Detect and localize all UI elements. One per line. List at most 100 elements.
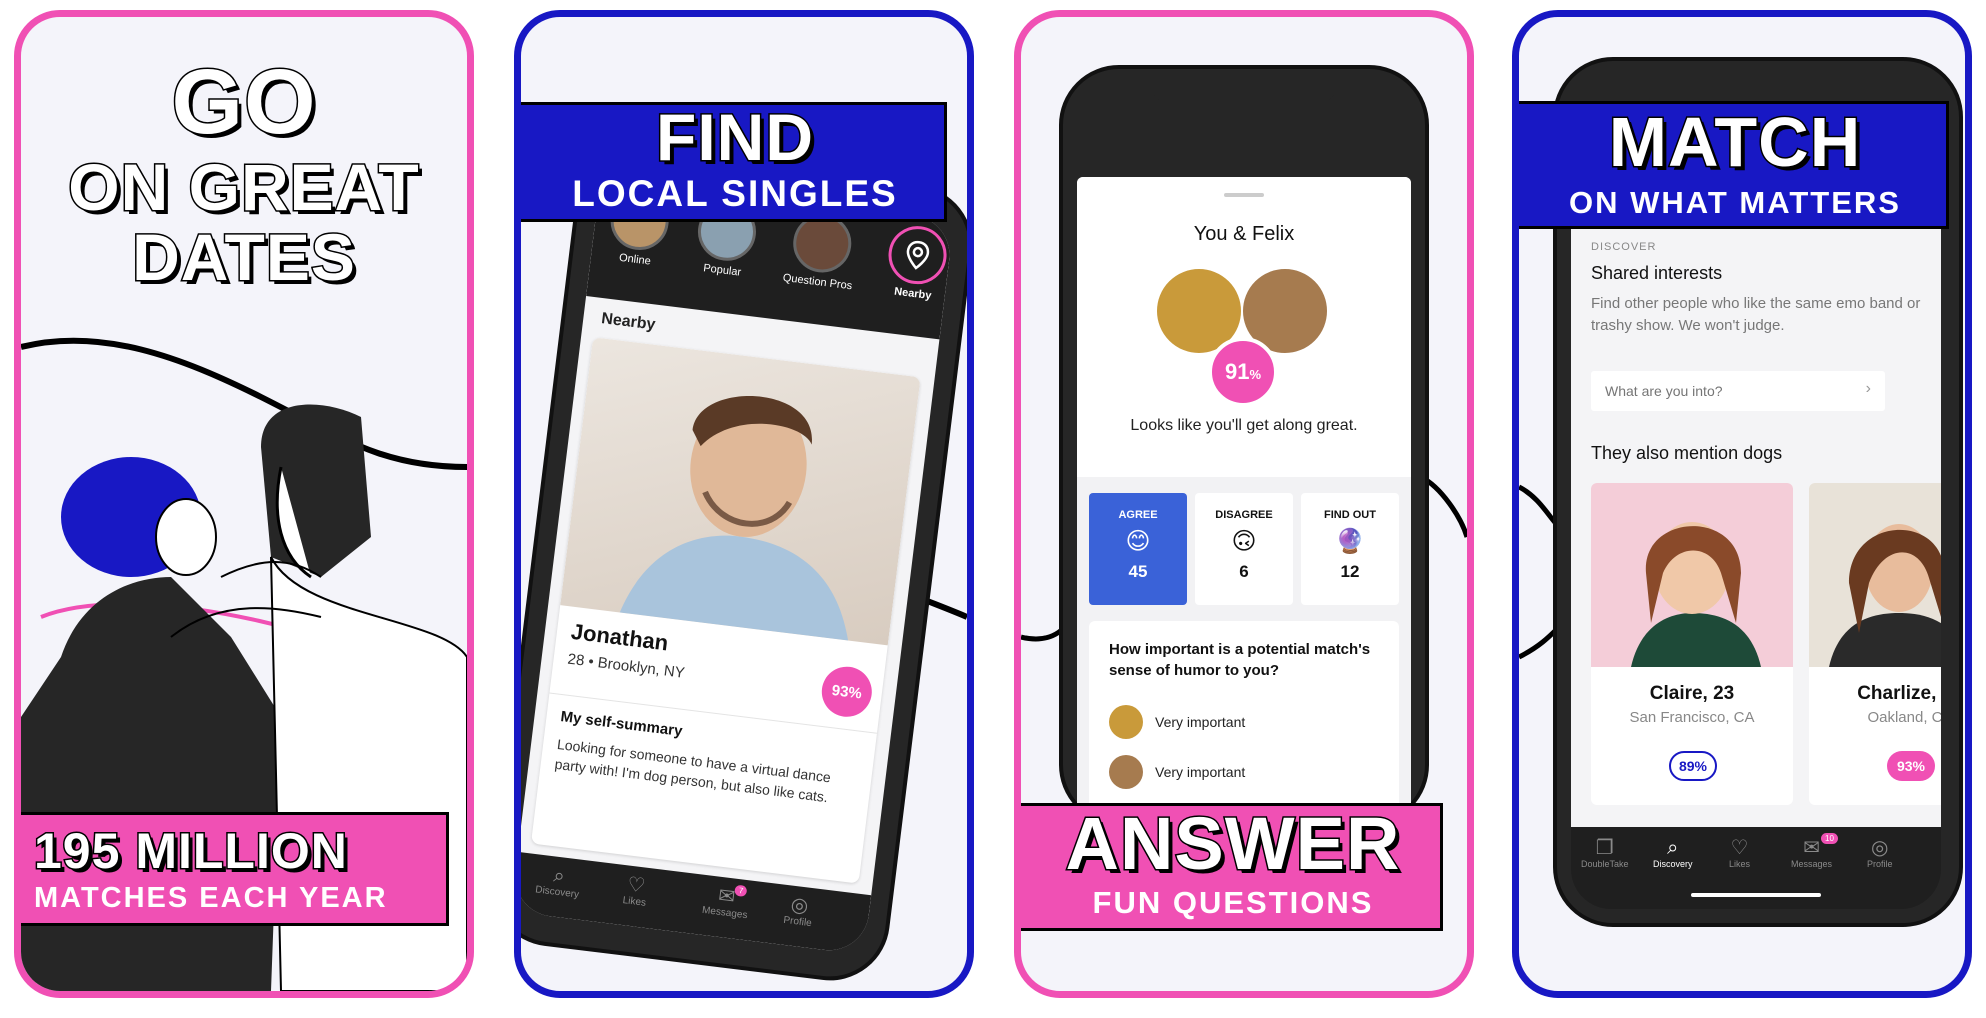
stat-value: 6 xyxy=(1239,562,1249,581)
tab-label: Profile xyxy=(782,914,813,930)
question-card[interactable]: How important is a potential match's sen… xyxy=(1089,621,1399,817)
tab-likes[interactable]: ♡ Likes xyxy=(622,873,649,909)
tab-label: Profile xyxy=(1867,859,1893,869)
filter-label: Question Pros xyxy=(782,271,853,293)
felix-avatar xyxy=(1109,755,1143,789)
headline-banner: ANSWER FUN QUESTIONS xyxy=(1021,801,1443,931)
question-text: How important is a potential match's sen… xyxy=(1109,641,1371,679)
profile-meta: 28 • Brooklyn, NY xyxy=(566,650,686,682)
promo-panel-go-on-great-dates: GO ON GREAT DATES 195 MILLION MATCHES EA… xyxy=(14,10,474,998)
stat-label: DISAGREE xyxy=(1215,509,1273,521)
stat-label: FIND OUT xyxy=(1324,509,1376,521)
headline-small: ON WHAT MATTERS xyxy=(1569,185,1901,220)
phone-notch xyxy=(1151,69,1337,103)
card-name: Charlize, 27 xyxy=(1857,683,1941,704)
doubletake-icon: ❐ xyxy=(1595,837,1614,859)
tab-profile[interactable]: ◎ Profile xyxy=(1867,837,1893,869)
headline-line2: ON GREAT xyxy=(67,150,420,224)
section-title: Nearby xyxy=(600,310,657,334)
section-description: Find other people who like the same emo … xyxy=(1591,295,1921,334)
stat-value: 45 xyxy=(1128,562,1148,581)
profile-photo xyxy=(1591,483,1793,667)
summary-title: My self-summary xyxy=(559,708,684,740)
bottom-tab-bar: ❐ DoubleTake ⌕ Discovery ♡ Likes ✉ Messa… xyxy=(1571,827,1941,909)
stat-big: 195 MILLION xyxy=(33,822,349,881)
tab-discovery[interactable]: ⌕ Discovery xyxy=(1653,837,1693,869)
home-indicator xyxy=(1691,893,1821,897)
profile-name: Jonathan xyxy=(569,618,670,656)
discovery-icon: ⌕ xyxy=(1667,837,1679,859)
messages-icon: ✉ xyxy=(717,884,737,909)
stat-value: 12 xyxy=(1340,562,1360,581)
headline-banner: FIND LOCAL SINGLES xyxy=(521,99,947,222)
messages-icon: ✉ xyxy=(1803,837,1820,859)
promo-panel-match-on-what-matters: DISCOVER Shared interests Find other peo… xyxy=(1512,10,1972,998)
answer-text: Very important xyxy=(1155,764,1246,780)
filter-label: Popular xyxy=(702,262,742,279)
stat-find-out[interactable]: FIND OUT 🔮 12 xyxy=(1301,493,1399,605)
messages-badge: 10 xyxy=(1821,833,1838,844)
phone-screen: You & Felix 91% Looks like you'll get al… xyxy=(1077,177,1411,817)
headline-small: LOCAL SINGLES xyxy=(572,173,898,214)
profile-icon: ◎ xyxy=(1871,837,1889,859)
match-percent-badge: 89% xyxy=(1669,751,1717,781)
location-pin-icon xyxy=(885,222,950,288)
headline-big: FIND xyxy=(655,99,815,176)
profile-card[interactable]: Charlize, 27 Oakland, CA 93% xyxy=(1809,483,1941,805)
section-label: DISCOVER xyxy=(1591,241,1657,253)
section-title: Shared interests xyxy=(1591,263,1723,283)
stat-small: MATCHES EACH YEAR xyxy=(34,882,388,914)
match-header: You & Felix 91% Looks like you'll get al… xyxy=(1077,177,1411,477)
tab-profile[interactable]: ◎ Profile xyxy=(782,893,815,930)
headline-big: ANSWER xyxy=(1064,801,1401,887)
interests-search-input[interactable] xyxy=(1605,380,1845,402)
filter-label: Online xyxy=(618,251,652,268)
profile-card[interactable]: Jonathan 28 • Brooklyn, NY 93% My self-s… xyxy=(530,337,921,884)
tab-label: Messages xyxy=(701,904,749,922)
summary-text: Looking for someone to have a virtual da… xyxy=(553,735,832,806)
tab-label: Likes xyxy=(622,895,647,909)
profile-icon: ◎ xyxy=(789,893,810,918)
match-subtitle: Looks like you'll get along great. xyxy=(1130,417,1358,434)
stat-agree[interactable]: AGREE 😊 45 xyxy=(1089,493,1187,605)
match-value: 91 xyxy=(1224,359,1250,384)
card-name: Claire, 23 xyxy=(1649,683,1735,704)
match-unit: % xyxy=(1249,366,1262,382)
promo-panel-find-local-singles: Online Popular Question Pros Nearby Near… xyxy=(514,10,974,998)
tab-likes[interactable]: ♡ Likes xyxy=(1729,837,1750,869)
stat-disagree[interactable]: DISAGREE 🙃 6 xyxy=(1195,493,1293,605)
tab-discovery[interactable]: ⌕ Discovery xyxy=(535,862,583,900)
smile-emoji-icon: 😊 xyxy=(1125,528,1151,555)
upside-down-emoji-icon: 🙃 xyxy=(1231,528,1257,555)
stat-label: AGREE xyxy=(1118,509,1158,521)
user-avatar xyxy=(1109,705,1143,739)
profile-card[interactable]: Claire, 23 San Francisco, CA 89% xyxy=(1591,483,1793,805)
drag-handle xyxy=(1224,193,1264,197)
headline-line1: GO xyxy=(170,51,317,153)
filter-nearby[interactable]: Nearby xyxy=(880,222,953,303)
card-location: Oakland, CA xyxy=(1867,709,1941,726)
tab-label: DoubleTake xyxy=(1581,859,1629,869)
heart-icon: ♡ xyxy=(626,873,647,898)
answer-stats: AGREE 😊 45 DISAGREE 🙃 6 FIND OUT 🔮 12 xyxy=(1089,493,1399,605)
phone-screen: DISCOVER Shared interests Find other peo… xyxy=(1571,177,1941,827)
stat-banner: 195 MILLION MATCHES EACH YEAR xyxy=(21,812,449,926)
headline-banner: MATCH ON WHAT MATTERS xyxy=(1519,101,1949,229)
chevron-right-icon: › xyxy=(1865,380,1871,397)
interests-search[interactable]: › xyxy=(1591,371,1885,411)
tab-label: Discovery xyxy=(534,884,580,901)
filter-question-pros[interactable]: Question Pros xyxy=(777,210,865,293)
match-title: You & Felix xyxy=(1193,223,1295,245)
phone-mockup: Online Popular Question Pros Nearby Near… xyxy=(521,144,967,991)
tab-messages[interactable]: ✉ Messages 10 xyxy=(1791,833,1838,869)
match-percent-badge: 91% xyxy=(1208,337,1278,407)
answer-text: Very important xyxy=(1155,714,1246,730)
profile-photo xyxy=(1809,483,1941,667)
list-title: They also mention dogs xyxy=(1591,443,1783,463)
profile-photo xyxy=(560,337,921,646)
headline-small: FUN QUESTIONS xyxy=(1092,885,1374,920)
tab-messages[interactable]: ✉ Messages 7 xyxy=(701,883,750,921)
card-location: San Francisco, CA xyxy=(1629,709,1755,726)
match-percent-badge: 93% xyxy=(818,663,875,720)
tab-doubletake[interactable]: ❐ DoubleTake xyxy=(1581,837,1629,869)
